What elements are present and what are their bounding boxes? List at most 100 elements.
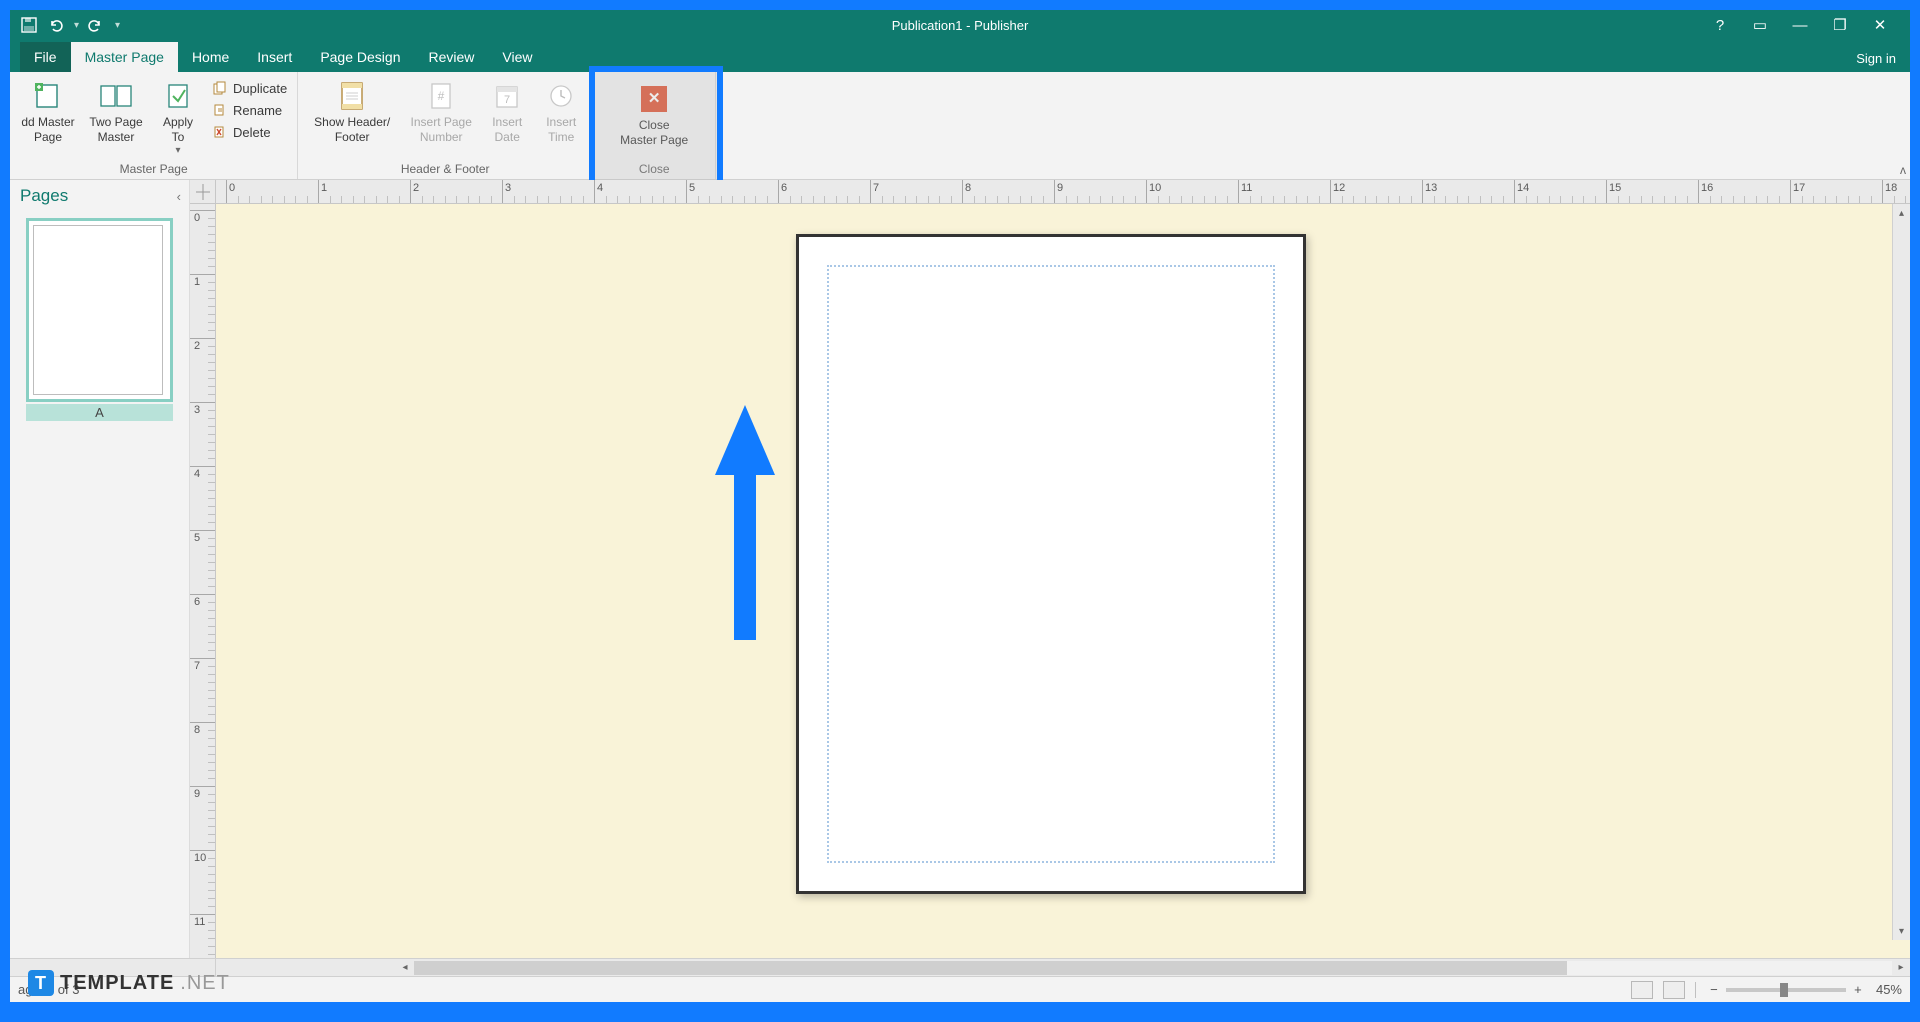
ruler-h-number: 13	[1425, 182, 1437, 194]
collapse-pages-panel-icon[interactable]: ‹	[177, 189, 181, 204]
ribbon-display-options-icon[interactable]: ▭	[1750, 16, 1770, 34]
ruler-v-number: 3	[194, 404, 200, 416]
rename-label: Rename	[233, 103, 282, 118]
ruler-v-number: 6	[194, 596, 200, 608]
tab-insert[interactable]: Insert	[243, 42, 306, 72]
ruler-h-number: 2	[413, 182, 419, 194]
chevron-down-icon: ▾	[175, 145, 180, 158]
ribbon: dd Master Page Two Page Master Apply To …	[10, 72, 1910, 180]
zoom-percent-label[interactable]: 45%	[1876, 982, 1902, 997]
ruler-v-number: 8	[194, 724, 200, 736]
close-window-icon[interactable]: ✕	[1870, 16, 1890, 34]
rename-button[interactable]: Rename	[208, 100, 291, 120]
ruler-v-number: 1	[194, 276, 200, 288]
insert-page-number-button[interactable]: # Insert Page Number	[404, 76, 478, 145]
ruler-h-number: 9	[1057, 182, 1063, 194]
minimize-icon[interactable]: —	[1790, 17, 1810, 34]
page-thumbnail[interactable]: A	[10, 210, 189, 429]
apply-to-label: Apply To	[163, 115, 193, 145]
insert-time-button[interactable]: Insert Time	[536, 76, 586, 145]
duplicate-icon	[212, 80, 228, 96]
tab-view[interactable]: View	[488, 42, 546, 72]
group-close-label: Close	[639, 160, 670, 179]
delete-button[interactable]: Delete	[208, 122, 291, 142]
quick-access-toolbar: ▾ ▾	[10, 16, 120, 34]
workspace: Pages ‹ A 0123456789101112131415161718 0…	[10, 180, 1910, 958]
sign-in-link[interactable]: Sign in	[1842, 45, 1910, 72]
tab-page-design[interactable]: Page Design	[306, 42, 414, 72]
two-page-master-button[interactable]: Two Page Master	[84, 76, 148, 145]
page-number-icon: #	[429, 79, 453, 113]
vertical-scrollbar[interactable]: ▴ ▾	[1892, 204, 1910, 940]
zoom-slider[interactable]	[1726, 988, 1846, 992]
canvas-area: 0123456789101112131415161718 01234567891…	[190, 180, 1910, 958]
undo-dropdown-icon[interactable]: ▾	[74, 20, 79, 31]
vertical-ruler[interactable]: 01234567891011	[190, 204, 216, 958]
group-close: ✕ Close Master Page Close	[593, 72, 716, 179]
tab-file[interactable]: File	[20, 42, 71, 72]
ruler-h-number: 10	[1149, 182, 1161, 194]
calendar-icon: 7	[495, 79, 519, 113]
scroll-up-icon[interactable]: ▴	[1893, 204, 1910, 222]
ruler-h-number: 18	[1885, 182, 1897, 194]
tab-home[interactable]: Home	[178, 42, 243, 72]
ruler-h-number: 15	[1609, 182, 1621, 194]
view-two-page-button[interactable]	[1663, 981, 1685, 999]
ruler-corner	[190, 180, 216, 204]
delete-icon	[212, 124, 228, 140]
close-master-page-label: Close Master Page	[620, 118, 688, 148]
hscroll-thumb[interactable]	[414, 961, 1567, 975]
help-icon[interactable]: ?	[1710, 17, 1730, 34]
delete-label: Delete	[233, 125, 271, 140]
add-master-page-button[interactable]: dd Master Page	[16, 76, 80, 145]
redo-icon[interactable]	[87, 16, 105, 34]
clock-icon	[549, 79, 573, 113]
save-icon[interactable]	[20, 16, 38, 34]
group-master-page: dd Master Page Two Page Master Apply To …	[10, 72, 298, 179]
ruler-v-number: 4	[194, 468, 200, 480]
two-page-master-icon	[99, 79, 133, 113]
qat-customize-icon[interactable]: ▾	[115, 20, 120, 31]
ruler-h-number: 4	[597, 182, 603, 194]
svg-text:#: #	[438, 89, 445, 103]
app-window: ▾ ▾ Publication1 - Publisher ? ▭ — ❐ ✕ F…	[10, 10, 1910, 1002]
duplicate-button[interactable]: Duplicate	[208, 78, 291, 98]
apply-to-icon	[165, 79, 191, 113]
zoom-out-icon[interactable]: −	[1706, 982, 1722, 997]
tab-review[interactable]: Review	[414, 42, 488, 72]
two-page-master-label: Two Page Master	[89, 115, 142, 145]
horizontal-ruler[interactable]: 0123456789101112131415161718	[216, 180, 1910, 204]
ruler-v-number: 0	[194, 212, 200, 224]
page[interactable]	[796, 234, 1306, 894]
show-header-footer-label: Show Header/ Footer	[314, 115, 390, 145]
insert-time-label: Insert Time	[546, 115, 576, 145]
add-master-page-icon	[33, 79, 63, 113]
ruler-h-number: 11	[1241, 182, 1252, 194]
ruler-h-number: 1	[321, 182, 327, 194]
zoom-control: − +	[1706, 982, 1866, 997]
view-single-page-button[interactable]	[1631, 981, 1653, 999]
canvas[interactable]	[216, 204, 1910, 958]
ruler-h-number: 6	[781, 182, 787, 194]
undo-icon[interactable]	[46, 16, 64, 34]
group-header-footer: Show Header/ Footer # Insert Page Number…	[298, 72, 593, 179]
group-master-page-label: Master Page	[120, 160, 188, 179]
ruler-h-number: 0	[229, 182, 235, 194]
rename-icon	[212, 102, 228, 118]
collapse-ribbon-icon[interactable]: ʌ	[1900, 163, 1906, 177]
scroll-left-icon[interactable]: ◂	[396, 959, 414, 977]
close-master-page-button[interactable]: ✕ Close Master Page	[599, 76, 709, 148]
zoom-in-icon[interactable]: +	[1850, 982, 1866, 997]
restore-icon[interactable]: ❐	[1830, 16, 1850, 34]
title-bar: ▾ ▾ Publication1 - Publisher ? ▭ — ❐ ✕	[10, 10, 1910, 40]
insert-page-number-label: Insert Page Number	[411, 115, 472, 145]
insert-date-button[interactable]: 7 Insert Date	[482, 76, 532, 145]
horizontal-scrollbar[interactable]: ◂ ▸	[216, 959, 1910, 976]
page-thumbnail-label: A	[26, 404, 173, 421]
scroll-down-icon[interactable]: ▾	[1893, 922, 1910, 940]
scroll-right-icon[interactable]: ▸	[1892, 959, 1910, 977]
apply-to-button[interactable]: Apply To ▾	[152, 76, 204, 158]
show-header-footer-button[interactable]: Show Header/ Footer	[304, 76, 400, 145]
tab-master-page[interactable]: Master Page	[71, 42, 178, 72]
pages-panel-header: Pages ‹	[10, 180, 189, 210]
